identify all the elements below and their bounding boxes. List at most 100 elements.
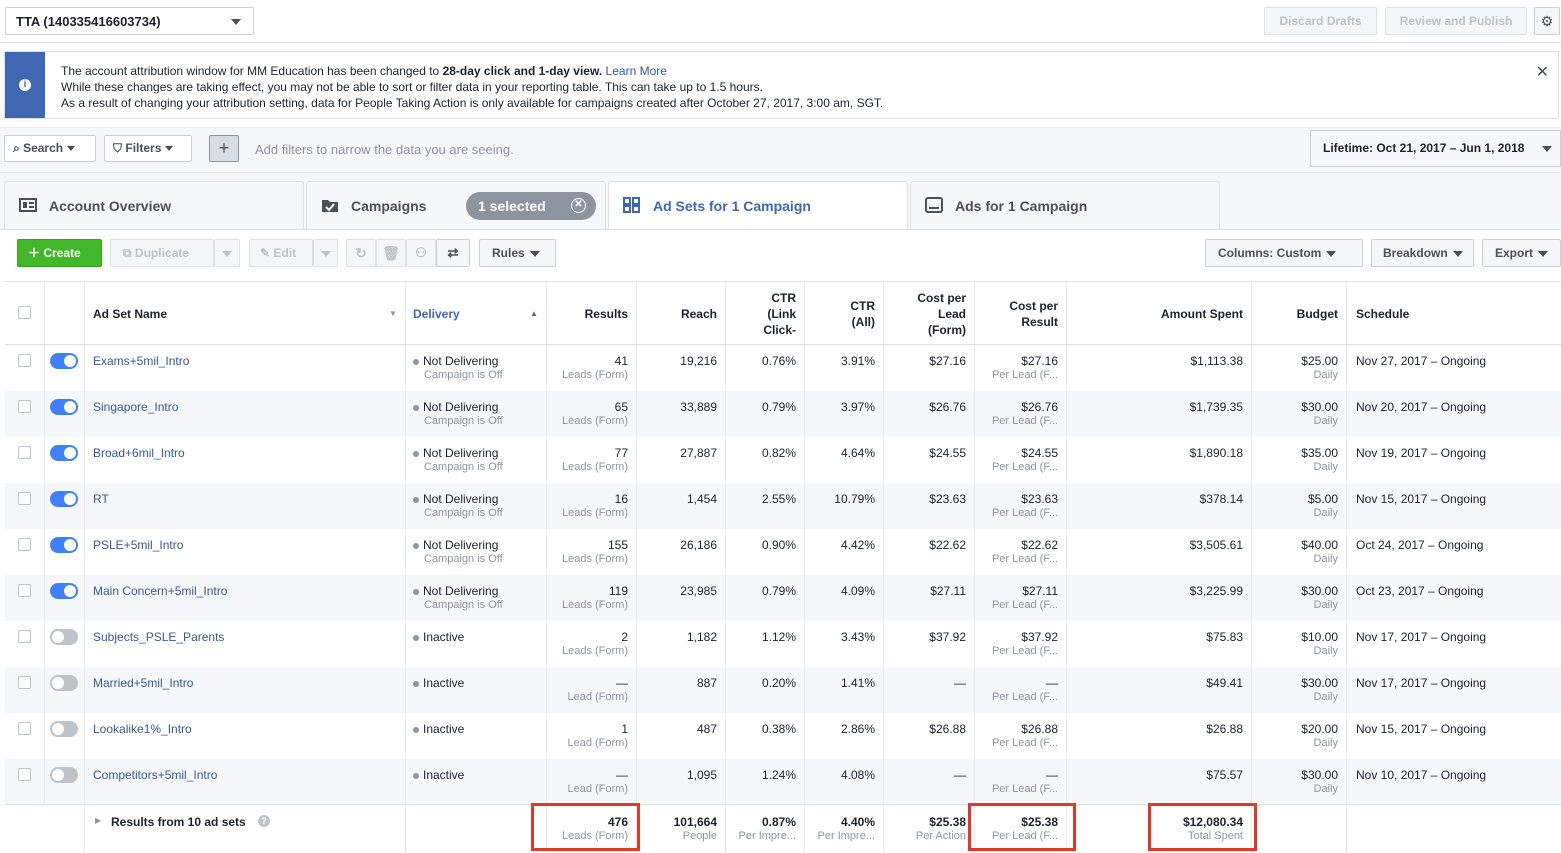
ad-set-toggle[interactable] xyxy=(50,399,78,415)
ad-set-toggle[interactable] xyxy=(50,491,78,507)
learn-more-link[interactable]: Learn More xyxy=(606,64,667,78)
ad-set-name-link[interactable]: Exams+5mil_Intro xyxy=(93,354,189,368)
create-button[interactable]: ＋ Create xyxy=(17,239,102,267)
row-checkbox[interactable] xyxy=(18,446,31,459)
chevron-down-icon xyxy=(1542,146,1552,152)
schedule-value: Nov 17, 2017 – Ongoing xyxy=(1356,676,1487,690)
sort-asc-icon[interactable]: ▲ xyxy=(530,306,538,322)
ad-set-toggle[interactable] xyxy=(50,721,78,737)
table-row[interactable]: Subjects_PSLE_Parents Inactive 2 Leads (For… xyxy=(5,621,1561,667)
ad-set-toggle[interactable] xyxy=(50,445,78,461)
table-row[interactable]: Married+5mil_Intro Inactive — Lead (Form) 88… xyxy=(5,667,1561,713)
column-results[interactable]: Results xyxy=(547,282,637,344)
column-ctr-all[interactable]: CTR (All) xyxy=(805,282,884,344)
expand-chevron-icon[interactable]: ▶ xyxy=(95,816,101,825)
budget-sub: Daily xyxy=(1313,415,1338,427)
ab-test-icon[interactable]: ⚇ xyxy=(406,239,436,267)
tab-ads[interactable]: Ads for 1 Campaign xyxy=(910,181,1220,229)
column-schedule[interactable]: Schedule xyxy=(1347,282,1561,344)
notice-line1: The account attribution window for MM Ed… xyxy=(61,64,443,78)
column-results-label: Results xyxy=(584,307,628,321)
column-amount-spent[interactable]: Amount Spent xyxy=(1067,282,1252,344)
breakdown-button[interactable]: Breakdown xyxy=(1371,239,1474,267)
refresh-icon[interactable]: ↻ xyxy=(346,239,376,267)
column-reach[interactable]: Reach xyxy=(637,282,726,344)
table-row[interactable]: PSLE+5mil_Intro Not Delivering Campaign is… xyxy=(5,529,1561,575)
ctr_all-value: 4.09% xyxy=(840,584,875,598)
ad-set-name-link[interactable]: Broad+6mil_Intro xyxy=(93,446,185,460)
ad-set-name-link[interactable]: RT xyxy=(93,492,109,506)
cpl-value: $23.63 xyxy=(929,492,966,506)
ad-set-toggle[interactable] xyxy=(50,353,78,369)
row-checkbox[interactable] xyxy=(18,538,31,551)
table-row[interactable]: Broad+6mil_Intro Not Delivering Campaign i… xyxy=(5,437,1561,483)
row-checkbox[interactable] xyxy=(18,722,31,735)
help-icon[interactable]: ? xyxy=(258,815,270,827)
search-button[interactable]: ⌕ Search xyxy=(4,135,96,162)
add-filter-button[interactable]: + xyxy=(209,135,239,162)
table-row[interactable]: Exams+5mil_Intro Not Delivering Campaign i… xyxy=(5,345,1561,391)
ad-set-toggle[interactable] xyxy=(50,583,78,599)
ad-set-name-link[interactable]: Lookalike1%_Intro xyxy=(93,722,192,736)
ad-set-name-link[interactable]: Singapore_Intro xyxy=(93,400,178,414)
gear-icon[interactable]: ⚙ xyxy=(1534,7,1560,35)
discard-drafts-button[interactable]: Discard Drafts xyxy=(1264,7,1377,35)
tab-ad-sets[interactable]: Ad Sets for 1 Campaign xyxy=(608,181,908,230)
duplicate-button[interactable]: ⧉ Duplicate xyxy=(110,239,214,267)
ad-set-toggle[interactable] xyxy=(50,767,78,783)
ad-set-name-link[interactable]: Married+5mil_Intro xyxy=(93,676,193,690)
schedule-value: Nov 20, 2017 – Ongoing xyxy=(1356,400,1487,414)
results-cell: 77 Leads (Form) xyxy=(547,437,637,483)
row-checkbox[interactable] xyxy=(18,584,31,597)
row-checkbox[interactable] xyxy=(18,400,31,413)
edit-button[interactable]: ✎ Edit xyxy=(249,239,313,267)
selection-pill[interactable]: 1 selected ✕ xyxy=(466,192,596,220)
table-row[interactable]: Lookalike1%_Intro Inactive 1 Lead (Form) 487… xyxy=(5,713,1561,759)
account-selector[interactable]: TTA (140335416603734) xyxy=(5,7,254,35)
row-checkbox[interactable] xyxy=(18,354,31,367)
trash-icon[interactable]: 🗑 xyxy=(376,239,406,267)
totals-spacer xyxy=(5,805,85,853)
column-cost-per-result[interactable]: Cost per Result xyxy=(975,282,1067,344)
row-checkbox[interactable] xyxy=(18,492,31,505)
export-button[interactable]: Export xyxy=(1482,239,1561,267)
row-checkbox[interactable] xyxy=(18,676,31,689)
table-row[interactable]: Singapore_Intro Not Delivering Campaign is… xyxy=(5,391,1561,437)
budget-cell: $25.00 Daily xyxy=(1252,345,1347,391)
cpr-sub: Per Lead (F... xyxy=(991,369,1058,381)
columns-button[interactable]: Columns: Custom xyxy=(1205,239,1363,267)
totals-label-cell: ▶ Results from 10 ad sets ? xyxy=(85,805,406,853)
ad-set-name-link[interactable]: Competitors+5mil_Intro xyxy=(93,768,217,782)
ad-set-name-link[interactable]: Subjects_PSLE_Parents xyxy=(93,630,224,644)
ad-set-toggle[interactable] xyxy=(50,675,78,691)
filters-button[interactable]: ⛉ Filters xyxy=(104,135,192,162)
column-name[interactable]: Ad Set Name ▼ xyxy=(85,282,406,344)
ad-set-toggle[interactable] xyxy=(50,537,78,553)
select-all-checkbox[interactable] xyxy=(18,306,31,319)
ad-set-name-link[interactable]: Main Concern+5mil_Intro xyxy=(93,584,227,598)
row-checkbox[interactable] xyxy=(18,768,31,781)
date-range-button[interactable]: Lifetime: Oct 21, 2017 – Jun 1, 2018 xyxy=(1310,130,1561,167)
reach-value: 1,182 xyxy=(686,630,717,644)
review-publish-button[interactable]: Review and Publish xyxy=(1385,7,1527,35)
column-ctr-link[interactable]: CTR (Link Click- xyxy=(726,282,805,344)
column-delivery[interactable]: Delivery ▲ xyxy=(406,282,547,344)
tab-account-overview[interactable]: Account Overview xyxy=(4,181,304,229)
clear-selection-icon[interactable]: ✕ xyxy=(571,198,586,213)
sort-icon[interactable]: ▼ xyxy=(389,306,397,322)
ad-set-toggle[interactable] xyxy=(50,629,78,645)
ad-set-name-link[interactable]: PSLE+5mil_Intro xyxy=(93,538,183,552)
table-row[interactable]: RT Not Delivering Campaign is Off 16 Leads (… xyxy=(5,483,1561,529)
table-row[interactable]: Competitors+5mil_Intro Inactive — Lead (For… xyxy=(5,759,1561,805)
table-row[interactable]: Main Concern+5mil_Intro Not Delivering Cam… xyxy=(5,575,1561,621)
tab-label: Ads for 1 Campaign xyxy=(955,198,1088,214)
duplicate-dropdown[interactable] xyxy=(214,239,240,267)
spent-value: $3,225.99 xyxy=(1189,584,1243,598)
rules-button[interactable]: Rules xyxy=(479,239,556,267)
column-cost-per-lead[interactable]: Cost per Lead (Form) xyxy=(884,282,975,344)
edit-dropdown[interactable] xyxy=(313,239,338,267)
preview-icon[interactable]: ⇄ xyxy=(436,239,470,267)
close-icon[interactable]: ✕ xyxy=(1536,62,1549,82)
row-checkbox[interactable] xyxy=(18,630,31,643)
column-budget[interactable]: Budget xyxy=(1252,282,1347,344)
